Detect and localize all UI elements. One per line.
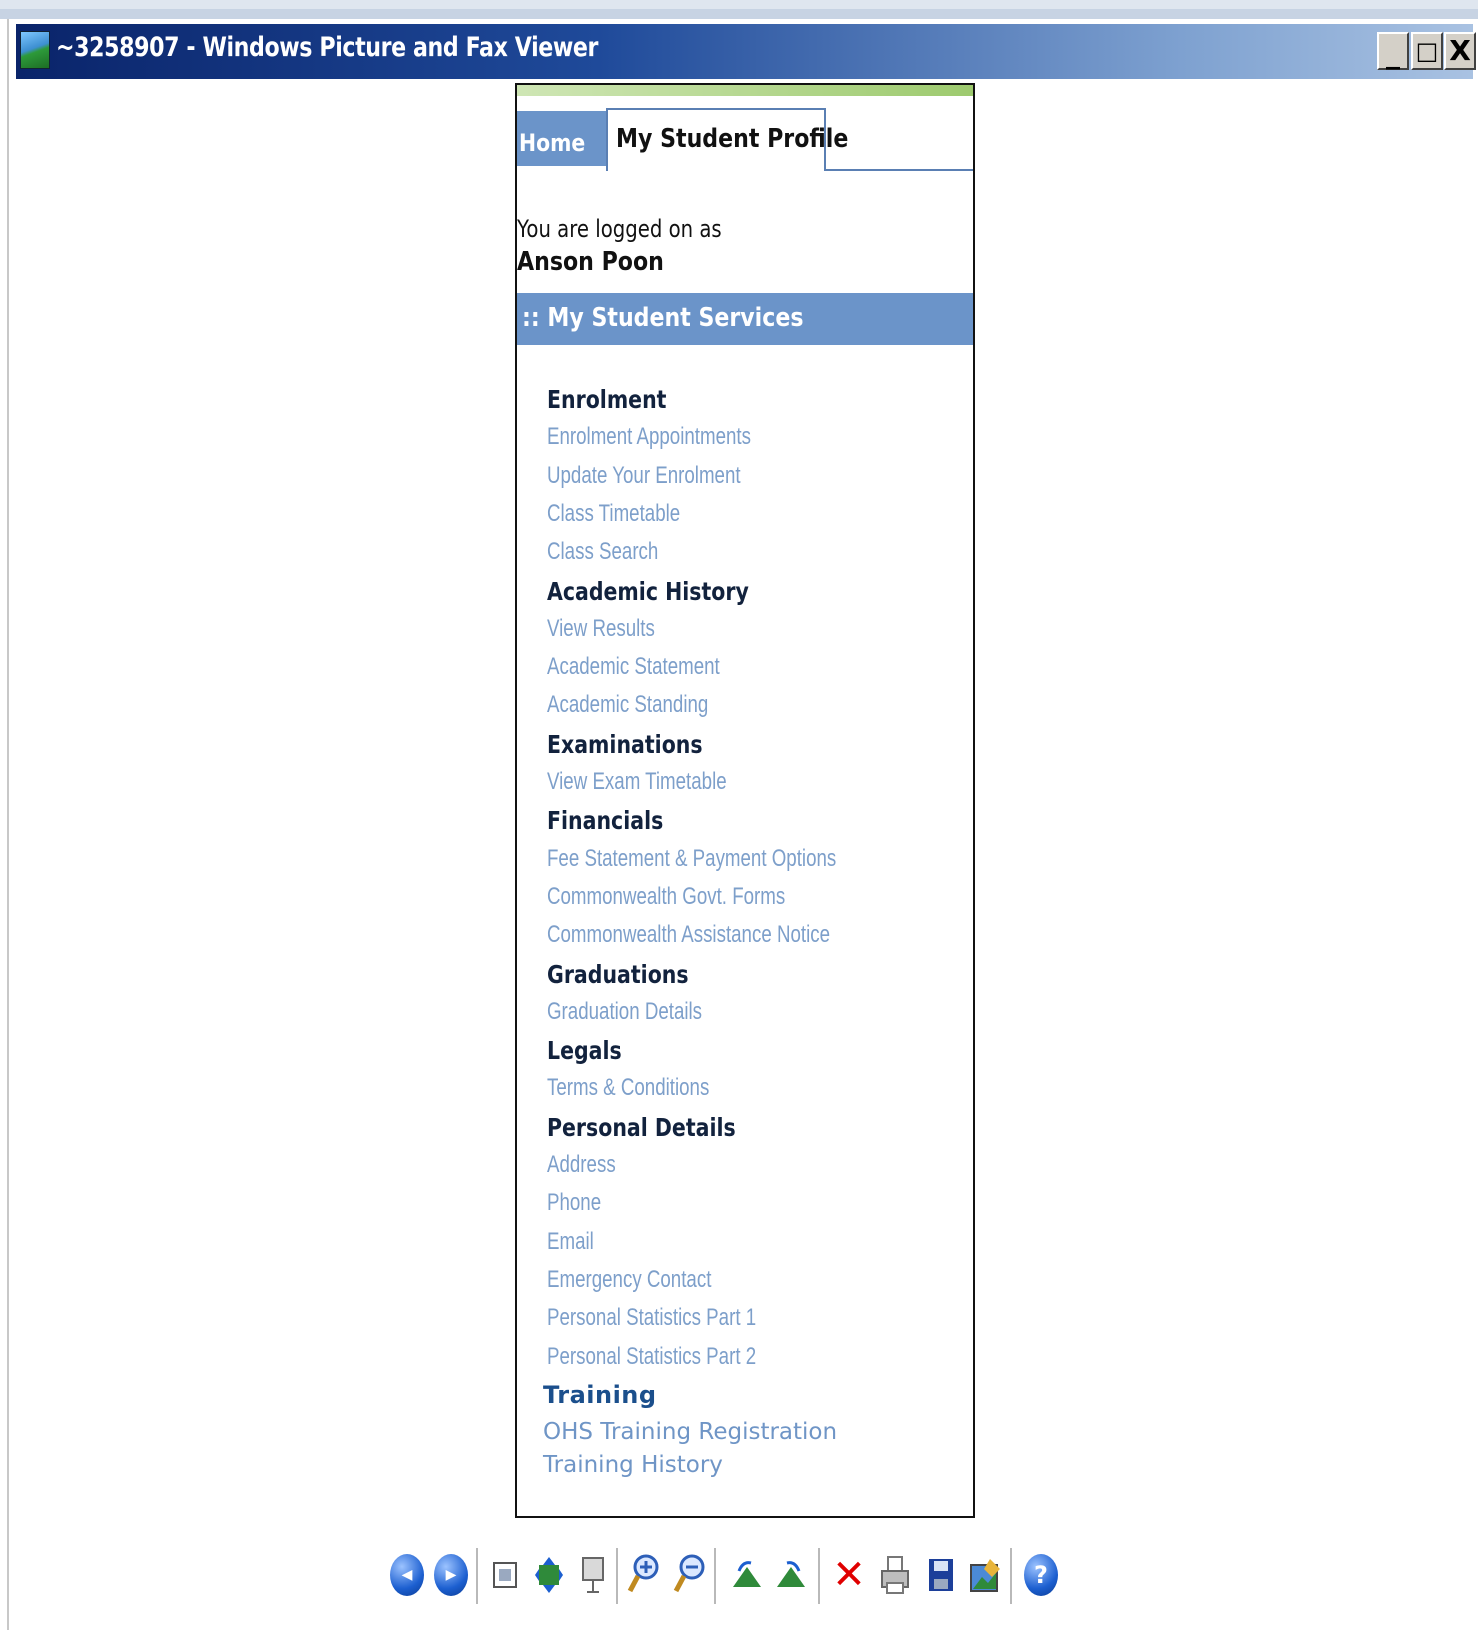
slideshow-button[interactable] [574, 1550, 612, 1600]
best-fit-icon [493, 1562, 517, 1588]
toolbar-separator [818, 1548, 820, 1604]
next-icon: ▶ [434, 1554, 468, 1596]
left-window-edge [0, 19, 9, 1630]
maximize-icon: □ [1415, 37, 1439, 65]
delete-icon: ✕ [832, 1552, 866, 1598]
window-titlebar[interactable]: ~3258907 - Windows Picture and Fax Viewe… [16, 24, 1476, 79]
maximize-button[interactable]: □ [1411, 32, 1443, 70]
menu-heading: Financials [547, 806, 664, 836]
menu-heading: Training [543, 1380, 657, 1409]
menu-link[interactable]: Commonwealth Assistance Notice [547, 921, 830, 949]
toolbar-separator [714, 1548, 716, 1604]
menu-link[interactable]: Address [547, 1151, 616, 1179]
menu-link[interactable]: Personal Statistics Part 1 [547, 1304, 756, 1332]
menu-link[interactable]: Terms & Conditions [547, 1074, 709, 1102]
slideshow-icon [582, 1557, 604, 1593]
toolbar-separator [1010, 1548, 1012, 1604]
previous-image-button[interactable]: ◀ [388, 1550, 426, 1600]
actual-size-button[interactable] [530, 1550, 568, 1600]
close-button[interactable]: X [1444, 32, 1476, 70]
minimize-icon: _ [1386, 37, 1400, 70]
menu-link[interactable]: OHS Training Registration [543, 1419, 837, 1445]
menu-link[interactable]: Personal Statistics Part 2 [547, 1343, 756, 1371]
toolbar-separator [616, 1548, 618, 1604]
screen-top-strip-2 [0, 9, 1478, 19]
services-header: :: My Student Services [517, 293, 973, 345]
menu-link[interactable]: Commonwealth Govt. Forms [547, 883, 785, 911]
displayed-image: Home My Student Profile You are logged o… [515, 83, 975, 1518]
rotate-clockwise-icon [733, 1561, 761, 1587]
edit-button[interactable] [966, 1550, 1004, 1600]
menu-link[interactable]: Academic Standing [547, 691, 708, 719]
zoom-in-button[interactable] [624, 1550, 662, 1600]
menu-heading: Personal Details [547, 1112, 736, 1142]
next-image-button[interactable]: ▶ [432, 1550, 470, 1600]
edit-picture-icon [970, 1559, 1000, 1592]
floppy-disk-icon [929, 1559, 953, 1591]
menu-heading: Enrolment [547, 385, 667, 414]
logged-on-label: You are logged on as [517, 215, 722, 243]
menu-link[interactable]: View Exam Timetable [547, 768, 727, 796]
screen-top-strip [0, 0, 1478, 9]
services-title: :: My Student Services [522, 303, 804, 333]
previous-icon: ◀ [390, 1554, 424, 1596]
menu-heading: Examinations [547, 729, 703, 759]
help-button[interactable]: ? [1022, 1550, 1060, 1600]
help-icon: ? [1024, 1554, 1058, 1596]
delete-button[interactable]: ✕ [830, 1550, 868, 1600]
printer-icon [881, 1556, 909, 1594]
menu-link[interactable]: View Results [547, 615, 655, 643]
tab-strip: Home My Student Profile [517, 96, 973, 171]
save-button[interactable] [922, 1550, 960, 1600]
user-name: Anson Poon [517, 247, 664, 277]
tab-home-label: Home [519, 129, 586, 157]
window-title: ~3258907 - Windows Picture and Fax Viewe… [56, 32, 599, 63]
menu-link[interactable]: Class Timetable [547, 500, 680, 528]
tab-my-student-profile-label: My Student Profile [616, 124, 849, 154]
tab-underline [826, 169, 973, 171]
minimize-button[interactable]: _ [1377, 32, 1409, 70]
menu-link[interactable]: Training History [543, 1452, 723, 1478]
menu-link[interactable]: Email [547, 1228, 594, 1256]
menu-link[interactable]: Fee Statement & Payment Options [547, 845, 836, 873]
menu-link[interactable]: Enrolment Appointments [547, 423, 751, 451]
menu-link[interactable]: Emergency Contact [547, 1266, 711, 1294]
menu-link[interactable]: Class Search [547, 538, 658, 566]
menu-heading: Academic History [547, 576, 749, 606]
zoom-in-icon [627, 1554, 659, 1593]
zoom-out-icon [673, 1554, 705, 1593]
menu-link[interactable]: Graduation Details [547, 998, 702, 1026]
menu-link[interactable]: Phone [547, 1189, 601, 1217]
header-green-bar [517, 85, 973, 96]
close-icon: X [1449, 34, 1471, 67]
best-fit-button[interactable] [486, 1550, 524, 1600]
tab-home[interactable]: Home [517, 111, 607, 166]
actual-size-icon [535, 1557, 563, 1593]
rotate-clockwise-button[interactable] [728, 1550, 766, 1600]
menu-heading: Graduations [547, 959, 689, 989]
zoom-out-button[interactable] [670, 1550, 708, 1600]
tab-my-student-profile[interactable]: My Student Profile [606, 108, 848, 171]
rotate-counterclockwise-icon [777, 1561, 805, 1587]
viewer-toolbar: ◀ ▶ ✕ ? [388, 1548, 1098, 1604]
toolbar-separator [476, 1548, 478, 1604]
menu-link[interactable]: Academic Statement [547, 653, 720, 681]
menu-heading: Legals [547, 1036, 622, 1066]
picture-viewer-icon [20, 31, 50, 69]
rotate-counterclockwise-button[interactable] [772, 1550, 810, 1600]
print-button[interactable] [876, 1550, 914, 1600]
menu-link[interactable]: Update Your Enrolment [547, 462, 741, 490]
